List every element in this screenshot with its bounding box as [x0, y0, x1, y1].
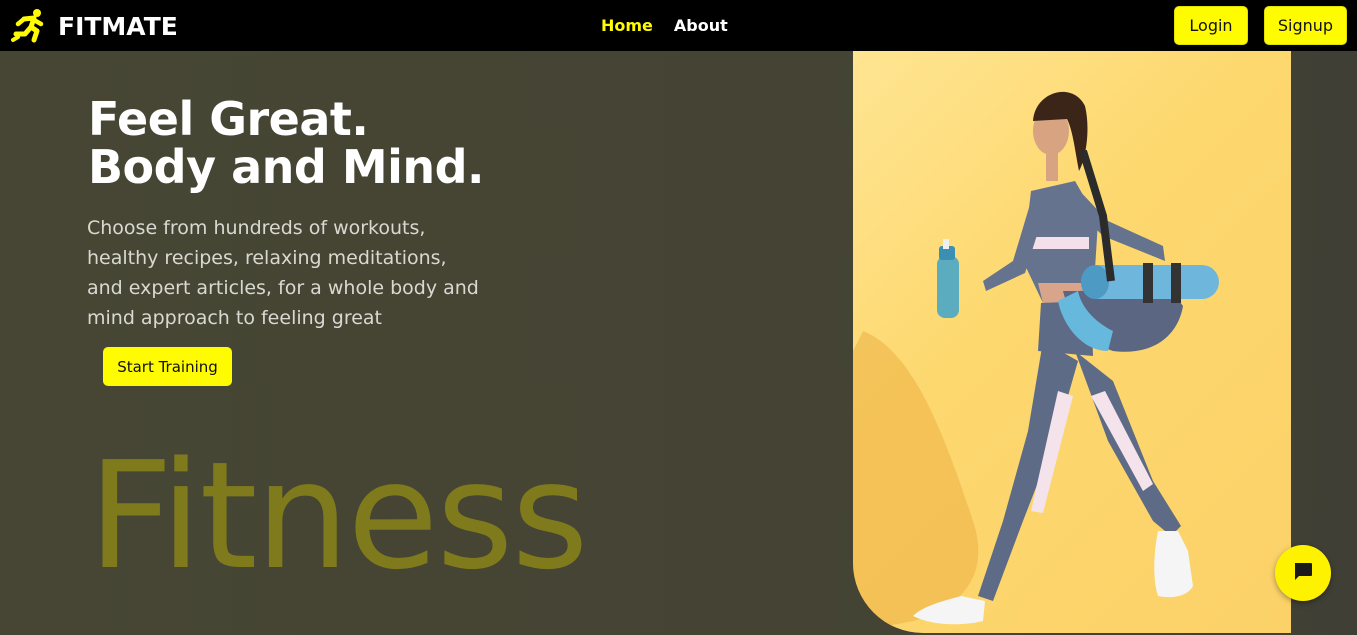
brand[interactable]: FITMATE — [10, 6, 178, 46]
hero-headline-line2: Body and Mind. — [88, 140, 485, 194]
nav-links: Home About — [601, 16, 728, 35]
signup-button[interactable]: Signup — [1264, 6, 1347, 45]
start-training-button[interactable]: Start Training — [103, 347, 232, 386]
hero-background-word: Fitness — [88, 430, 589, 602]
chat-button[interactable] — [1275, 545, 1331, 601]
hero-description: Choose from hundreds of workouts, health… — [87, 217, 479, 329]
hero-headline-line1: Feel Great. — [88, 92, 369, 146]
hero-image — [853, 51, 1291, 633]
hero-headline: Feel Great. Body and Mind. — [88, 92, 485, 194]
hero-section: Fitness Feel Great. Body and Mind. Choos… — [0, 51, 1357, 635]
chat-bubble-icon — [1291, 559, 1315, 588]
login-button[interactable]: Login — [1174, 6, 1248, 45]
brand-name: FITMATE — [58, 11, 178, 41]
nav-home-link[interactable]: Home — [601, 16, 653, 35]
navbar: FITMATE Home About Login Signup — [0, 0, 1357, 51]
running-person-icon — [10, 7, 48, 45]
nav-about-link[interactable]: About — [674, 16, 728, 35]
